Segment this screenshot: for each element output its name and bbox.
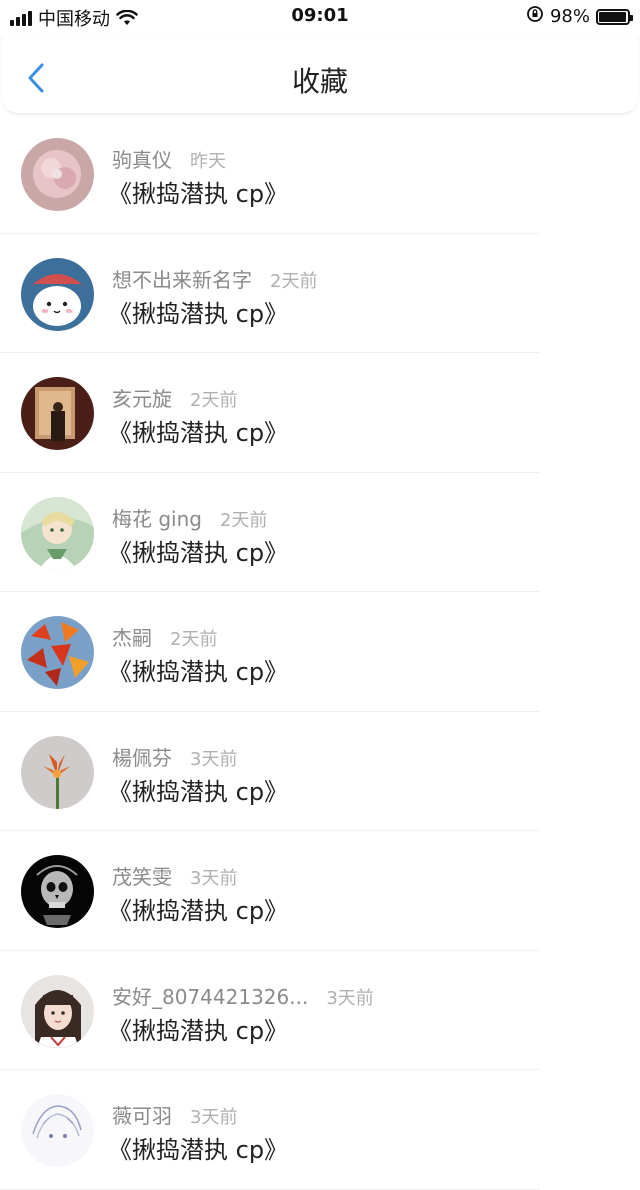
item-title[interactable]: 《揪捣潜执 cp》 bbox=[108, 772, 288, 807]
avatar[interactable] bbox=[21, 257, 94, 331]
item-title[interactable]: 《揪捣潜执 cp》 bbox=[108, 174, 288, 209]
list-item[interactable]: 茂笑雯 3天前 《揪捣潜执 cp》 bbox=[0, 831, 640, 951]
avatar[interactable] bbox=[21, 138, 94, 211]
battery-icon bbox=[596, 8, 633, 25]
item-meta: 亥元旋 2天前 bbox=[112, 383, 237, 412]
avatar[interactable] bbox=[21, 1094, 94, 1167]
item-title[interactable]: 《揪捣潜执 cp》 bbox=[108, 413, 288, 448]
page-title: 收藏 bbox=[291, 65, 348, 98]
list-item[interactable]: 楊佩芬 3天前 《揪捣潜执 cp》 bbox=[0, 712, 640, 831]
username[interactable]: 想不出来新名字 bbox=[112, 264, 252, 293]
item-title[interactable]: 《揪捣潜执 cp》 bbox=[108, 294, 288, 329]
timestamp: 3天前 bbox=[190, 868, 238, 889]
favorites-list: 驹真仪 昨天 《揪捣潜执 cp》 想不出来新名字 2天前 《揪捣潜执 cp》 亥… bbox=[0, 114, 640, 1190]
list-item[interactable]: 想不出来新名字 2天前 《揪捣潜执 cp》 bbox=[0, 234, 640, 353]
list-item[interactable]: 梅花 ging 2天前 《揪捣潜执 cp》 bbox=[0, 473, 640, 592]
item-meta: 想不出来新名字 2天前 bbox=[112, 264, 317, 293]
timestamp: 2天前 bbox=[219, 509, 268, 531]
avatar[interactable] bbox=[21, 377, 94, 450]
username[interactable]: 梅花 ging bbox=[112, 503, 202, 532]
item-meta: 安好_8074421326... 3天前 bbox=[112, 981, 374, 1010]
item-title[interactable]: 《揪捣潜执 cp》 bbox=[108, 1130, 288, 1165]
list-item[interactable]: 亥元旋 2天前 《揪捣潜执 cp》 bbox=[0, 353, 640, 473]
status-bar: 中国移动 09:01 98% bbox=[0, 0, 640, 34]
username[interactable]: 驹真仪 bbox=[112, 144, 172, 173]
divider bbox=[0, 1188, 540, 1190]
item-meta: 驹真仪 昨天 bbox=[112, 144, 226, 173]
username[interactable]: 杰嗣 bbox=[112, 622, 152, 651]
list-item[interactable]: 杰嗣 2天前 《揪捣潜执 cp》 bbox=[0, 592, 640, 712]
avatar[interactable] bbox=[21, 735, 94, 809]
list-item[interactable]: 安好_8074421326... 3天前 《揪捣潜执 cp》 bbox=[0, 951, 640, 1070]
timestamp: 2天前 bbox=[270, 270, 318, 292]
item-title[interactable]: 《揪捣潜执 cp》 bbox=[108, 891, 288, 926]
timestamp: 3天前 bbox=[326, 987, 374, 1009]
avatar[interactable] bbox=[21, 855, 94, 928]
username[interactable]: 茂笑雯 bbox=[112, 861, 172, 890]
nav-bar: 收藏 bbox=[2, 34, 638, 114]
battery-percent: 98% bbox=[549, 6, 590, 27]
item-title[interactable]: 《揪捣潜执 cp》 bbox=[108, 533, 288, 568]
timestamp: 2天前 bbox=[170, 629, 218, 650]
username[interactable]: 安好_8074421326... bbox=[112, 981, 308, 1010]
status-right: 98% bbox=[526, 5, 633, 28]
item-meta: 茂笑雯 3天前 bbox=[112, 861, 237, 890]
timestamp: 3天前 bbox=[190, 748, 238, 770]
username[interactable]: 亥元旋 bbox=[112, 383, 172, 412]
timestamp: 昨天 bbox=[190, 151, 226, 172]
item-meta: 薇可羽 3天前 bbox=[112, 1100, 237, 1129]
username[interactable]: 楊佩芬 bbox=[112, 742, 172, 771]
item-title[interactable]: 《揪捣潜执 cp》 bbox=[108, 1011, 288, 1046]
item-meta: 杰嗣 2天前 bbox=[112, 622, 217, 651]
battery-fill bbox=[599, 11, 627, 22]
orientation-lock-icon bbox=[526, 5, 544, 28]
item-meta: 梅花 ging 2天前 bbox=[112, 503, 267, 532]
item-meta: 楊佩芬 3天前 bbox=[112, 742, 237, 771]
avatar[interactable] bbox=[21, 974, 94, 1048]
username[interactable]: 薇可羽 bbox=[112, 1100, 172, 1129]
list-item[interactable]: 薇可羽 3天前 《揪捣潜执 cp》 bbox=[0, 1070, 640, 1190]
avatar[interactable] bbox=[21, 616, 94, 689]
list-item[interactable]: 驹真仪 昨天 《揪捣潜执 cp》 bbox=[0, 114, 640, 234]
timestamp: 3天前 bbox=[190, 1107, 238, 1128]
item-title[interactable]: 《揪捣潜执 cp》 bbox=[108, 652, 288, 687]
timestamp: 2天前 bbox=[190, 390, 238, 411]
avatar[interactable] bbox=[21, 496, 94, 570]
